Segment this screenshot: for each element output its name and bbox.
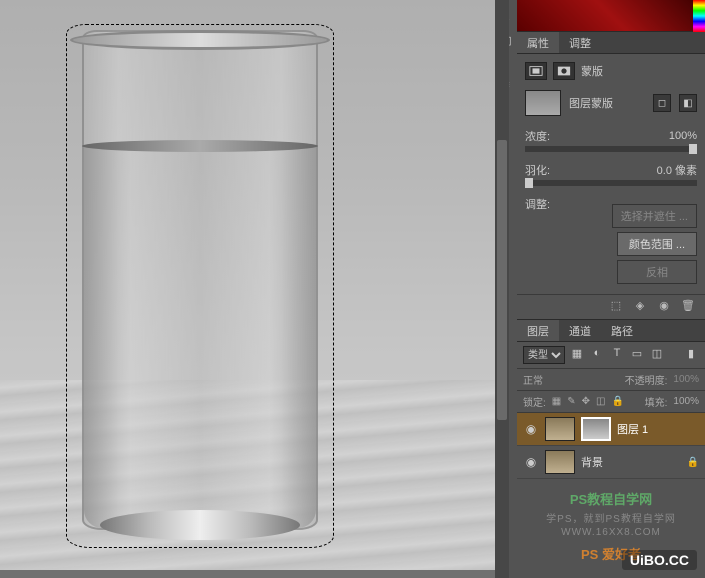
layer-filter-kind[interactable]: 类型 bbox=[523, 346, 565, 364]
visibility-icon[interactable]: ◉ bbox=[523, 422, 539, 436]
tab-adjustments[interactable]: 调整 bbox=[559, 32, 601, 53]
apply-mask-icon[interactable]: ◈ bbox=[631, 299, 649, 315]
filter-adjust-icon[interactable]: ◐ bbox=[589, 347, 605, 363]
tab-channels[interactable]: 通道 bbox=[559, 320, 601, 341]
hue-strip[interactable] bbox=[693, 0, 705, 32]
lock-trans-icon[interactable]: ▦ bbox=[552, 396, 561, 407]
density-slider[interactable] bbox=[525, 146, 697, 152]
scrollbar-thumb[interactable] bbox=[497, 140, 507, 420]
marching-ants-selection bbox=[66, 24, 334, 548]
vertical-scrollbar[interactable] bbox=[495, 0, 509, 578]
lock-icon: 🔒 bbox=[687, 457, 699, 468]
opacity-value[interactable]: 100% bbox=[673, 374, 699, 385]
color-picker-panel[interactable] bbox=[517, 0, 705, 32]
fill-label: 填充: bbox=[645, 394, 668, 409]
filter-toggle-icon[interactable]: ▮ bbox=[683, 347, 699, 363]
right-panels: ▸ ◧ ¶ ≡ 属性 调整 蒙版 图层蒙版 bbox=[495, 0, 705, 578]
layer-thumb-bg[interactable] bbox=[545, 450, 575, 474]
visibility-icon[interactable]: ◉ bbox=[523, 455, 539, 469]
layer-name-1[interactable]: 图层 1 bbox=[617, 421, 648, 437]
canvas-image bbox=[0, 0, 495, 570]
feather-slider[interactable] bbox=[525, 180, 697, 186]
filter-smart-icon[interactable]: ◫ bbox=[649, 347, 665, 363]
tab-paths[interactable]: 路径 bbox=[601, 320, 643, 341]
lock-paint-icon[interactable]: ✎ bbox=[567, 396, 575, 407]
density-label: 浓度: bbox=[525, 128, 550, 144]
tab-layers[interactable]: 图层 bbox=[517, 320, 559, 341]
opacity-label: 不透明度: bbox=[625, 372, 668, 387]
watermark-url: WWW.16XX8.COM bbox=[523, 527, 699, 538]
refine-label: 调整: bbox=[525, 196, 550, 212]
mask-btn-1[interactable]: ◻ bbox=[653, 94, 671, 112]
load-selection-icon[interactable]: ⬚ bbox=[607, 299, 625, 315]
lock-label: 锁定: bbox=[523, 394, 546, 409]
feather-value[interactable]: 0.0 像素 bbox=[657, 162, 697, 178]
mask-label: 图层蒙版 bbox=[569, 95, 645, 111]
watermark-title: PS教程自学网 bbox=[523, 489, 699, 508]
properties-tabs: 属性 调整 bbox=[517, 32, 705, 54]
properties-footer: ⬚ ◈ ◉ 🗑 bbox=[517, 294, 705, 319]
tab-properties[interactable]: 属性 bbox=[517, 32, 559, 53]
mask-title: 蒙版 bbox=[581, 63, 603, 79]
layer-thumb-1[interactable] bbox=[545, 417, 575, 441]
feather-label: 羽化: bbox=[525, 162, 550, 178]
layer-mask-thumb-1[interactable] bbox=[581, 417, 611, 441]
filter-shape-icon[interactable]: ▭ bbox=[629, 347, 645, 363]
layer-item-1[interactable]: ◉ 图层 1 bbox=[517, 413, 705, 446]
layer-item-bg[interactable]: ◉ 背景 🔒 bbox=[517, 446, 705, 479]
layer-name-bg[interactable]: 背景 bbox=[581, 454, 603, 470]
filter-type-icon[interactable]: T bbox=[609, 347, 625, 363]
layers-panel: 图层 通道 路径 类型 ▦ ◐ T ▭ ◫ ▮ 正常 不透明度: 100% bbox=[517, 319, 705, 573]
disable-mask-icon[interactable]: ◉ bbox=[655, 299, 673, 315]
canvas-area[interactable] bbox=[0, 0, 495, 578]
watermark-sub: 学PS，就到PS教程自学网 bbox=[523, 510, 699, 525]
invert-button[interactable]: 反相 bbox=[617, 260, 697, 284]
color-range-button[interactable]: 颜色范围 ... bbox=[617, 232, 697, 256]
fill-value[interactable]: 100% bbox=[673, 396, 699, 407]
filter-pixel-icon[interactable]: ▦ bbox=[569, 347, 585, 363]
properties-panel: 蒙版 图层蒙版 ◻ ◧ 浓度: 100% 羽化: 0.0 像素 调整: bbox=[517, 54, 705, 294]
mask-thumbnail[interactable] bbox=[525, 90, 561, 116]
lock-artboard-icon[interactable]: ◫ bbox=[596, 396, 605, 407]
footer-brand: UiBO.CC bbox=[622, 550, 697, 570]
delete-mask-icon[interactable]: 🗑 bbox=[679, 299, 697, 315]
pixel-mask-icon[interactable] bbox=[525, 62, 547, 80]
blend-mode-select[interactable]: 正常 bbox=[523, 372, 543, 387]
lock-all-icon[interactable]: 🔒 bbox=[611, 396, 623, 407]
select-and-mask-button[interactable]: 选择并遮住 ... bbox=[612, 204, 697, 228]
mask-btn-2[interactable]: ◧ bbox=[679, 94, 697, 112]
density-value[interactable]: 100% bbox=[669, 130, 697, 142]
lock-pos-icon[interactable]: ✥ bbox=[582, 396, 590, 407]
vector-mask-icon[interactable] bbox=[553, 62, 575, 80]
